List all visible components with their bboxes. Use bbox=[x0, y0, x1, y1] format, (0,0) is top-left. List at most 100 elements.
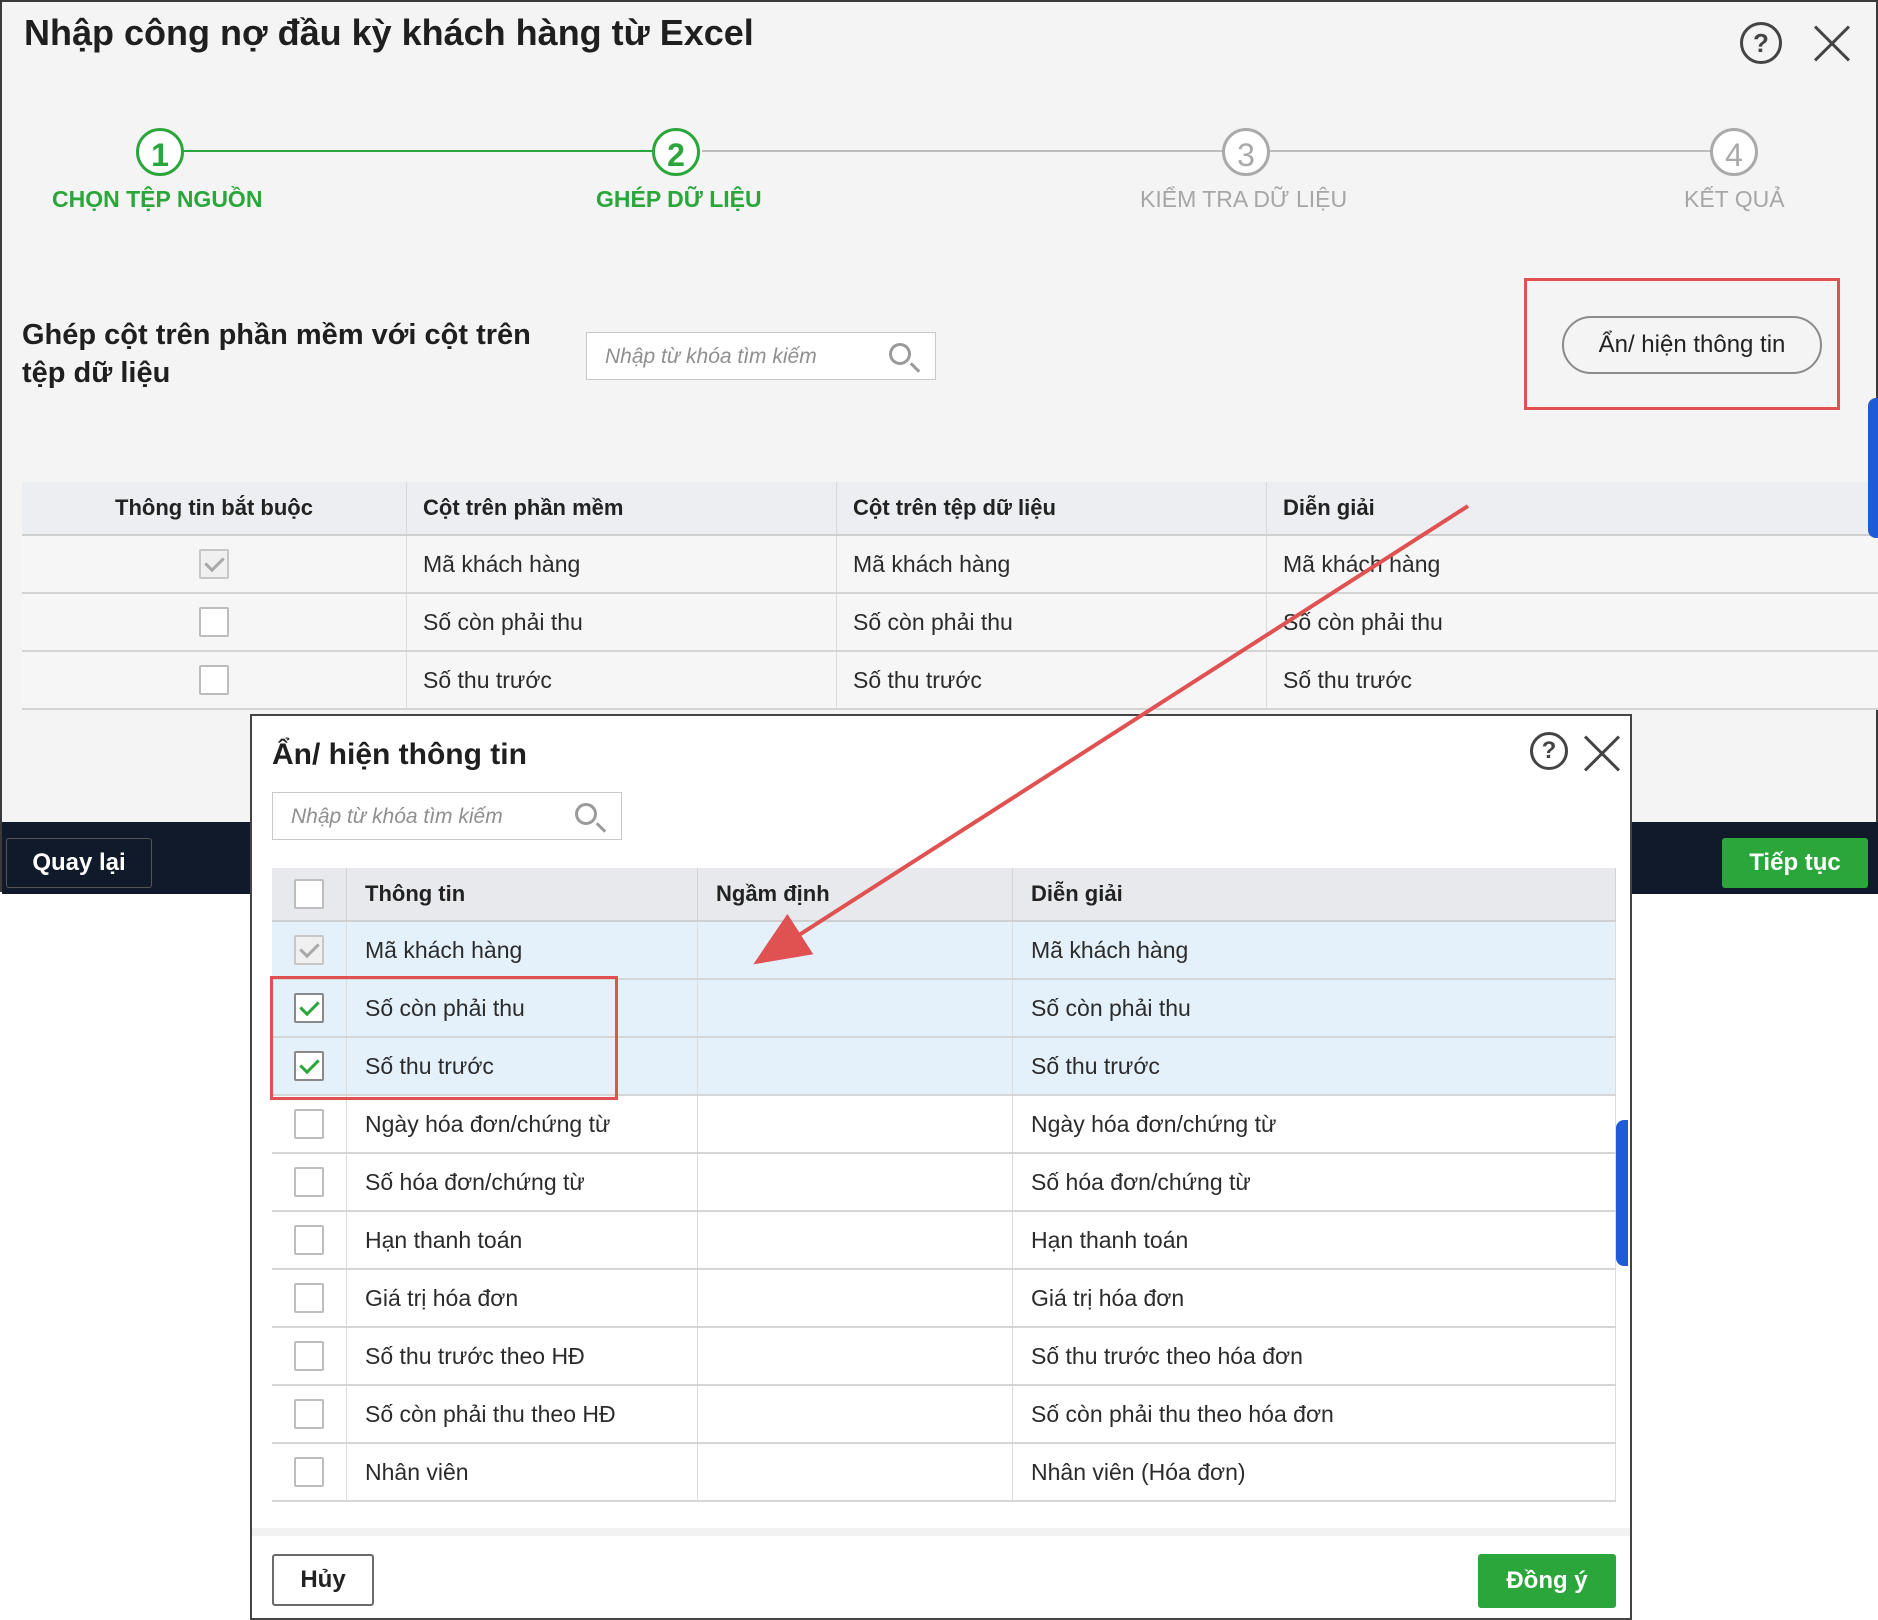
info-cell: Số còn phải thu bbox=[346, 979, 698, 1038]
note-cell: Mã khách hàng bbox=[1266, 535, 1878, 594]
mapping-search-input[interactable] bbox=[603, 333, 877, 381]
select-cell bbox=[272, 1095, 347, 1154]
select-cell bbox=[272, 1443, 347, 1502]
file-column-cell[interactable]: Mã khách hàng bbox=[836, 535, 1267, 594]
table-header-row: Thông tin bắt buộc Cột trên phần mềm Cột… bbox=[22, 482, 1878, 536]
column-visibility-checkbox[interactable] bbox=[294, 1225, 324, 1255]
step-1-circle[interactable]: 1 bbox=[136, 128, 184, 176]
info-cell: Nhân viên bbox=[346, 1443, 698, 1502]
select-cell bbox=[272, 1385, 347, 1444]
list-item[interactable]: Số thu trước theo HĐ Số thu trước theo hó… bbox=[272, 1327, 1616, 1386]
info-cell: Ngày hóa đơn/chứng từ bbox=[346, 1095, 698, 1154]
help-icon[interactable]: ? bbox=[1740, 22, 1782, 64]
table-row: Số còn phải thu Số còn phải thu Số còn phả… bbox=[22, 593, 1878, 652]
close-icon[interactable] bbox=[1582, 734, 1618, 770]
note-cell: Số còn phải thu theo hóa đơn bbox=[1012, 1385, 1616, 1444]
column-visibility-checkbox[interactable] bbox=[294, 1457, 324, 1487]
col-note: Diễn giải bbox=[1012, 868, 1616, 922]
step-4-label: KẾT QUẢ bbox=[1684, 186, 1785, 212]
cancel-button[interactable]: Hủy bbox=[272, 1554, 374, 1606]
step-connector-1 bbox=[184, 150, 654, 152]
list-item[interactable]: Ngày hóa đơn/chứng từ Ngày hóa đơn/chứng … bbox=[272, 1095, 1616, 1154]
step-2-circle[interactable]: 2 bbox=[652, 128, 700, 176]
default-cell[interactable] bbox=[697, 1095, 1013, 1154]
list-item[interactable]: Nhân viên Nhân viên (Hóa đơn) bbox=[272, 1443, 1616, 1502]
list-item[interactable]: Hạn thanh toán Hạn thanh toán bbox=[272, 1211, 1616, 1270]
info-cell: Số thu trước theo HĐ bbox=[346, 1327, 698, 1386]
note-cell: Số còn phải thu bbox=[1012, 979, 1616, 1038]
mapping-table: Thông tin bắt buộc Cột trên phần mềm Cột… bbox=[22, 482, 1878, 710]
note-cell: Số còn phải thu bbox=[1266, 593, 1878, 652]
default-cell[interactable] bbox=[697, 1037, 1013, 1096]
list-item[interactable]: Mã khách hàng Mã khách hàng bbox=[272, 921, 1616, 980]
list-item[interactable]: Số hóa đơn/chứng từ Số hóa đơn/chứng từ bbox=[272, 1153, 1616, 1212]
column-visibility-checkbox[interactable] bbox=[294, 1399, 324, 1429]
list-item[interactable]: Số còn phải thu theo HĐ Số còn phải thu t… bbox=[272, 1385, 1616, 1444]
required-cell bbox=[22, 535, 407, 594]
column-visibility-checkbox[interactable] bbox=[294, 1283, 324, 1313]
select-cell bbox=[272, 1211, 347, 1270]
list-item[interactable]: Số còn phải thu Số còn phải thu bbox=[272, 979, 1616, 1038]
modal-columns-table: Thông tin Ngầm định Diễn giải Mã khách h… bbox=[272, 868, 1616, 1502]
side-panel-tab[interactable] bbox=[1616, 1120, 1628, 1266]
default-cell[interactable] bbox=[697, 1443, 1013, 1502]
help-icon[interactable]: ? bbox=[1530, 732, 1568, 770]
ok-button[interactable]: Đồng ý bbox=[1478, 1554, 1616, 1608]
note-cell: Số hóa đơn/chứng từ bbox=[1012, 1153, 1616, 1212]
list-item[interactable]: Giá trị hóa đơn Giá trị hóa đơn bbox=[272, 1269, 1616, 1328]
note-cell: Số thu trước theo hóa đơn bbox=[1012, 1327, 1616, 1386]
default-cell[interactable] bbox=[697, 921, 1013, 980]
back-button[interactable]: Quay lại bbox=[6, 838, 152, 888]
info-cell: Hạn thanh toán bbox=[346, 1211, 698, 1270]
search-icon[interactable] bbox=[889, 343, 911, 365]
column-visibility-checkbox[interactable] bbox=[294, 1167, 324, 1197]
select-cell bbox=[272, 1327, 347, 1386]
search-icon[interactable] bbox=[575, 803, 597, 825]
column-visibility-checkbox[interactable] bbox=[294, 1051, 324, 1081]
required-checkbox[interactable] bbox=[199, 549, 229, 579]
file-column-cell[interactable]: Số còn phải thu bbox=[836, 593, 1267, 652]
select-all-checkbox[interactable] bbox=[294, 879, 324, 909]
software-column-cell[interactable]: Số còn phải thu bbox=[406, 593, 837, 652]
table-row: Số thu trước Số thu trước Số thu trước bbox=[22, 651, 1878, 710]
required-cell bbox=[22, 651, 407, 710]
mapping-search-box[interactable] bbox=[586, 332, 936, 381]
list-item[interactable]: Số thu trước Số thu trước bbox=[272, 1037, 1616, 1096]
modal-footer-divider bbox=[252, 1528, 1630, 1536]
select-all-cell bbox=[272, 868, 347, 922]
side-panel-tab[interactable] bbox=[1868, 398, 1878, 538]
show-hide-columns-modal: Ẩn/ hiện thông tin ? Thông tin Ngầm định… bbox=[250, 714, 1632, 1620]
default-cell[interactable] bbox=[697, 1211, 1013, 1270]
column-visibility-checkbox[interactable] bbox=[294, 993, 324, 1023]
col-required: Thông tin bắt buộc bbox=[22, 482, 407, 536]
select-cell bbox=[272, 979, 347, 1038]
required-checkbox[interactable] bbox=[199, 607, 229, 637]
modal-title: Ẩn/ hiện thông tin bbox=[272, 738, 527, 771]
default-cell[interactable] bbox=[697, 1269, 1013, 1328]
note-cell: Giá trị hóa đơn bbox=[1012, 1269, 1616, 1328]
info-cell: Số hóa đơn/chứng từ bbox=[346, 1153, 698, 1212]
note-cell: Số thu trước bbox=[1012, 1037, 1616, 1096]
column-visibility-checkbox[interactable] bbox=[294, 1109, 324, 1139]
toggle-columns-button[interactable]: Ẩn/ hiện thông tin bbox=[1562, 316, 1822, 374]
close-icon[interactable] bbox=[1812, 24, 1852, 64]
col-file: Cột trên tệp dữ liệu bbox=[836, 482, 1267, 536]
software-column-cell[interactable]: Số thu trước bbox=[406, 651, 837, 710]
required-checkbox[interactable] bbox=[199, 665, 229, 695]
modal-search-box[interactable] bbox=[272, 792, 622, 841]
col-info: Thông tin bbox=[346, 868, 698, 922]
column-visibility-checkbox[interactable] bbox=[294, 1341, 324, 1371]
step-2-label: GHÉP DỮ LIỆU bbox=[596, 186, 762, 212]
note-cell: Nhân viên (Hóa đơn) bbox=[1012, 1443, 1616, 1502]
step-3-label: KIỂM TRA DỮ LIỆU bbox=[1140, 186, 1348, 212]
modal-search-input[interactable] bbox=[289, 793, 563, 841]
column-visibility-checkbox[interactable] bbox=[294, 935, 324, 965]
next-button[interactable]: Tiếp tục bbox=[1722, 838, 1868, 888]
select-cell bbox=[272, 1037, 347, 1096]
default-cell[interactable] bbox=[697, 1153, 1013, 1212]
file-column-cell[interactable]: Số thu trước bbox=[836, 651, 1267, 710]
default-cell[interactable] bbox=[697, 979, 1013, 1038]
default-cell[interactable] bbox=[697, 1385, 1013, 1444]
software-column-cell[interactable]: Mã khách hàng bbox=[406, 535, 837, 594]
default-cell[interactable] bbox=[697, 1327, 1013, 1386]
